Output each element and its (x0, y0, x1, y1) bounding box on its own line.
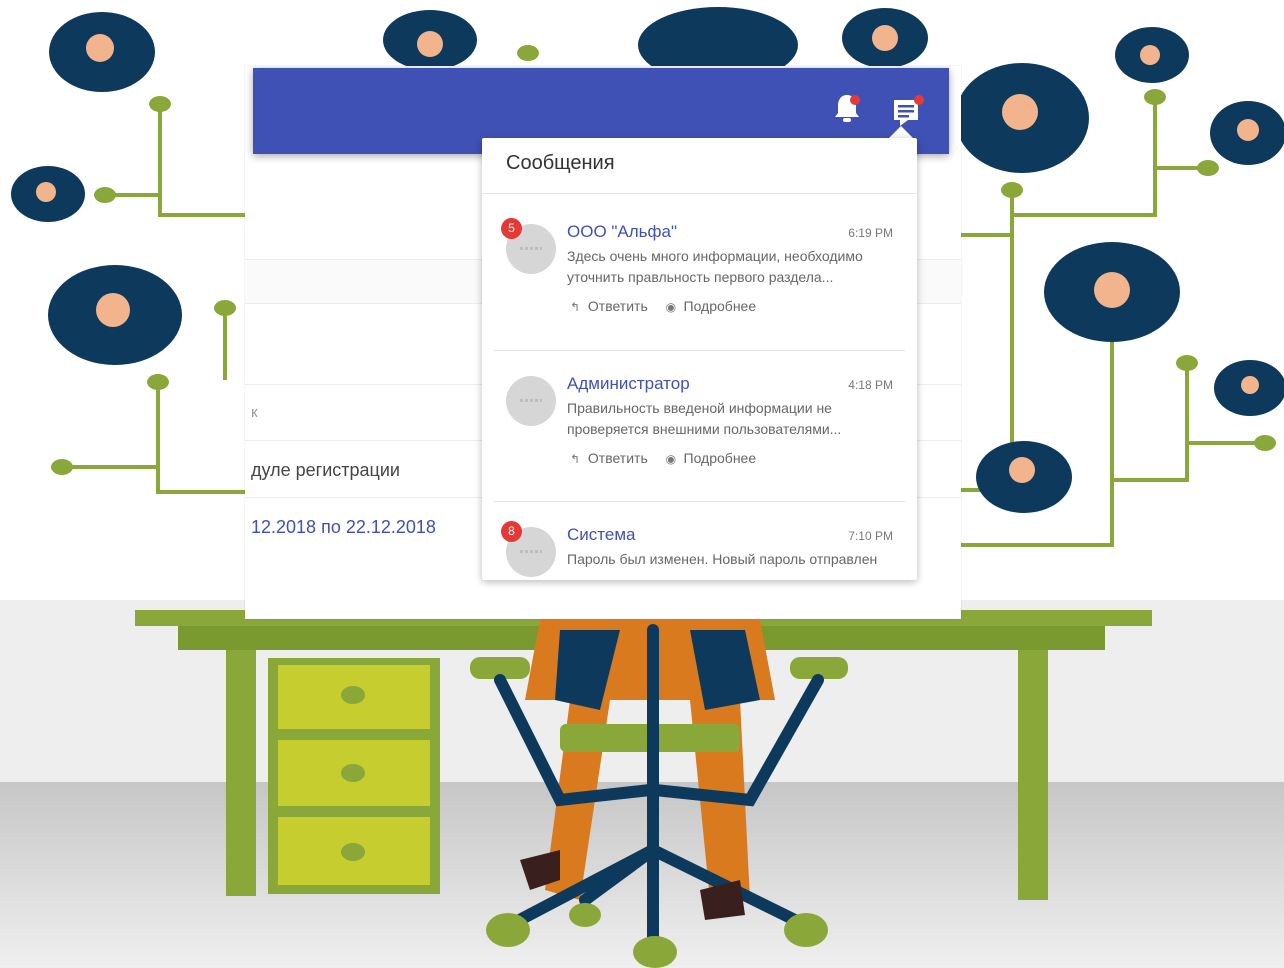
panel-arrow (889, 126, 913, 138)
messages-panel: Сообщения 5 ООО "Альфа" 6:19 PM Здесь оч… (482, 138, 917, 580)
chat-icon[interactable] (890, 94, 924, 128)
eye-icon: ◉ (665, 452, 677, 466)
message-time: 7:10 PM (848, 529, 893, 543)
message-sender[interactable]: Система (567, 525, 635, 545)
unread-badge: 5 (501, 218, 522, 239)
message-item[interactable]: 8 Система 7:10 PM Пароль был изменен. Но… (482, 521, 917, 580)
message-item[interactable]: Администратор 4:18 PM Правильность введе… (482, 374, 917, 526)
details-button[interactable]: ◉ Подробнее (666, 298, 757, 314)
message-item[interactable]: 5 ООО "Альфа" 6:19 PM Здесь очень много … (482, 218, 917, 374)
message-time: 6:19 PM (848, 226, 893, 240)
avatar (506, 376, 556, 426)
message-text: Здесь очень много информации, необходимо… (567, 248, 863, 285)
message-sender[interactable]: Администратор (567, 374, 690, 394)
message-time: 4:18 PM (848, 378, 893, 392)
divider (482, 193, 917, 194)
divider (494, 501, 905, 502)
reply-button[interactable]: ↰ Ответить (570, 298, 648, 314)
message-actions: ↰ Ответить ◉ Подробнее (570, 298, 770, 314)
reply-icon: ↰ (570, 452, 581, 466)
panel-title: Сообщения (506, 152, 615, 174)
details-button[interactable]: ◉ Подробнее (666, 450, 757, 466)
reply-icon: ↰ (570, 300, 581, 314)
message-sender[interactable]: ООО "Альфа" (567, 222, 677, 242)
message-text: Пароль был изменен. Новый пароль отправл… (567, 551, 878, 567)
unread-badge: 8 (501, 521, 522, 542)
message-actions: ↰ Ответить ◉ Подробнее (570, 450, 770, 466)
eye-icon: ◉ (665, 300, 677, 314)
bell-icon[interactable] (831, 92, 863, 126)
reply-button[interactable]: ↰ Ответить (570, 450, 648, 466)
divider (494, 350, 905, 351)
message-text: Правильность введеной информации не пров… (567, 400, 842, 437)
